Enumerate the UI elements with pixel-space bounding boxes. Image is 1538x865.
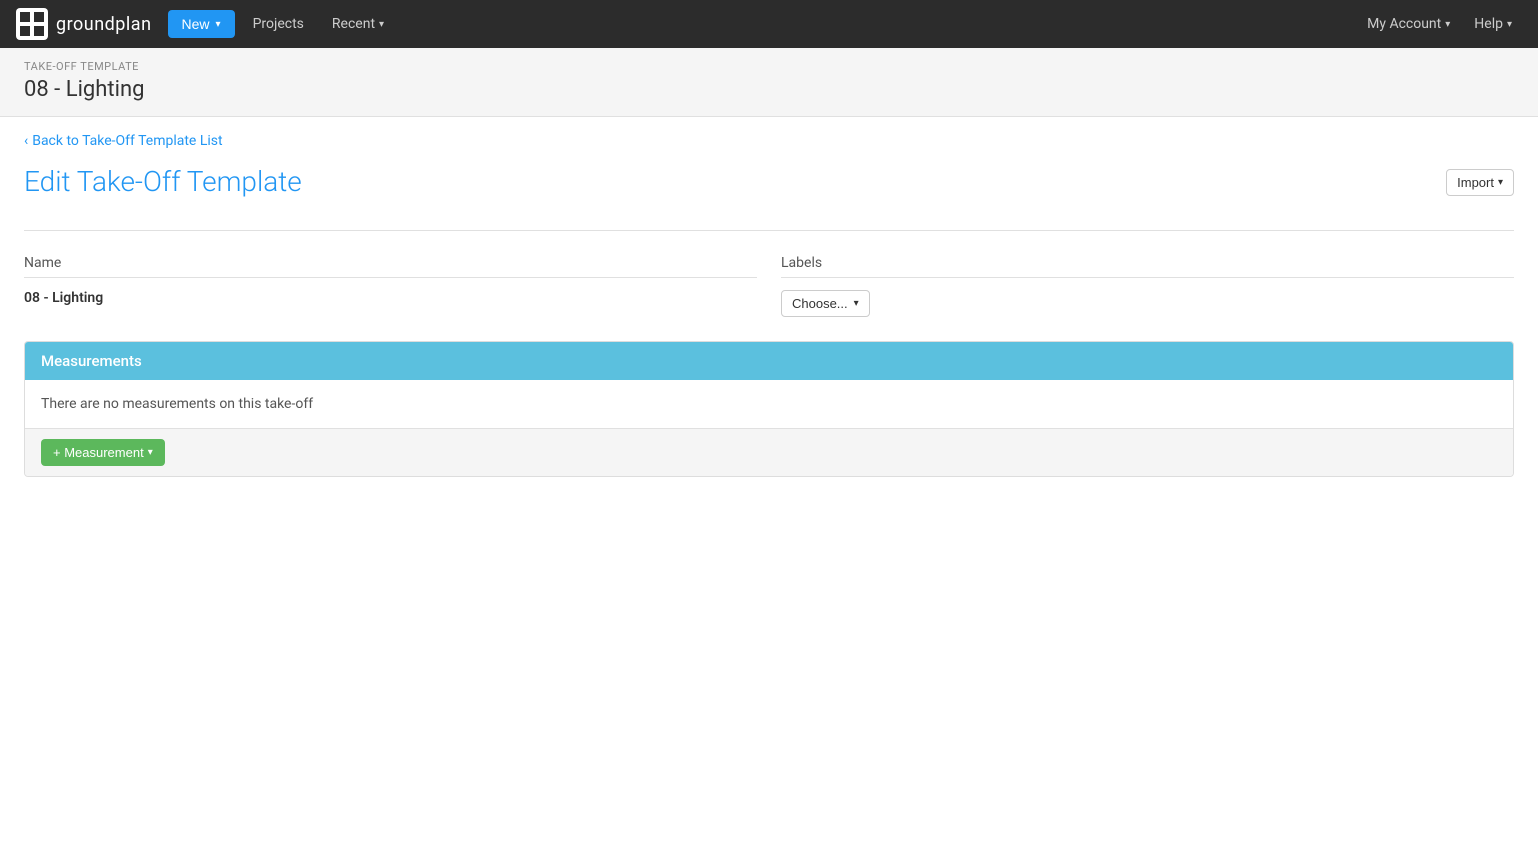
projects-label: Projects <box>253 16 304 32</box>
back-chevron-icon: ‹ <box>24 133 28 149</box>
import-label: Import <box>1457 175 1494 190</box>
import-button[interactable]: Import ▾ <box>1446 169 1514 196</box>
brand-name: groundplan <box>56 14 152 35</box>
add-measurement-button[interactable]: + Measurement ▾ <box>41 439 165 466</box>
new-button[interactable]: New ▾ <box>168 10 235 38</box>
my-account-chevron-icon: ▾ <box>1445 19 1450 30</box>
brand-logo-icon <box>16 8 48 40</box>
measurements-header: Measurements <box>25 342 1513 380</box>
page-header: Take-Off Template 08 - Lighting <box>0 48 1538 117</box>
page-header-label: Take-Off Template <box>24 60 1514 73</box>
back-link-text: Back to Take-Off Template List <box>32 133 222 149</box>
help-label: Help <box>1474 16 1503 32</box>
my-account-link[interactable]: My Account ▾ <box>1357 10 1460 38</box>
form-row: Name 08 - Lighting Labels Choose... ▾ <box>24 255 1514 317</box>
name-field-group: Name 08 - Lighting <box>24 255 757 317</box>
labels-placeholder: Choose... <box>792 296 848 311</box>
back-link[interactable]: ‹ Back to Take-Off Template List <box>24 133 223 149</box>
measurements-body: There are no measurements on this take-o… <box>25 380 1513 428</box>
measurements-footer: + Measurement ▾ <box>25 428 1513 476</box>
edit-title-row: Edit Take-Off Template Import ▾ <box>24 165 1514 231</box>
new-dropdown-chevron-icon: ▾ <box>216 19 221 30</box>
measurements-header-text: Measurements <box>41 352 142 370</box>
measurements-empty-message: There are no measurements on this take-o… <box>41 396 1497 412</box>
labels-chevron-icon: ▾ <box>854 298 859 309</box>
brand: groundplan <box>16 8 152 40</box>
labels-field-group: Labels Choose... ▾ <box>781 255 1514 317</box>
recent-chevron-icon: ▾ <box>379 19 384 30</box>
help-link[interactable]: Help ▾ <box>1464 10 1522 38</box>
labels-dropdown[interactable]: Choose... ▾ <box>781 290 870 317</box>
page-header-title: 08 - Lighting <box>24 77 1514 102</box>
content-area: ‹ Back to Take-Off Template List Edit Ta… <box>0 117 1538 493</box>
new-button-label: New <box>182 16 210 32</box>
recent-label: Recent <box>332 16 375 32</box>
recent-link[interactable]: Recent ▾ <box>322 10 394 38</box>
add-measurement-chevron-icon: ▾ <box>148 447 153 458</box>
my-account-label: My Account <box>1367 16 1441 32</box>
import-chevron-icon: ▾ <box>1498 177 1503 188</box>
navbar: groundplan New ▾ Projects Recent ▾ My Ac… <box>0 0 1538 48</box>
measurements-panel: Measurements There are no measurements o… <box>24 341 1514 477</box>
labels-label: Labels <box>781 255 1514 278</box>
help-chevron-icon: ▾ <box>1507 19 1512 30</box>
add-measurement-label: + Measurement <box>53 445 144 460</box>
name-label: Name <box>24 255 757 278</box>
name-value: 08 - Lighting <box>24 286 757 310</box>
edit-title: Edit Take-Off Template <box>24 165 302 198</box>
navbar-right: My Account ▾ Help ▾ <box>1357 10 1522 38</box>
projects-link[interactable]: Projects <box>243 10 314 38</box>
